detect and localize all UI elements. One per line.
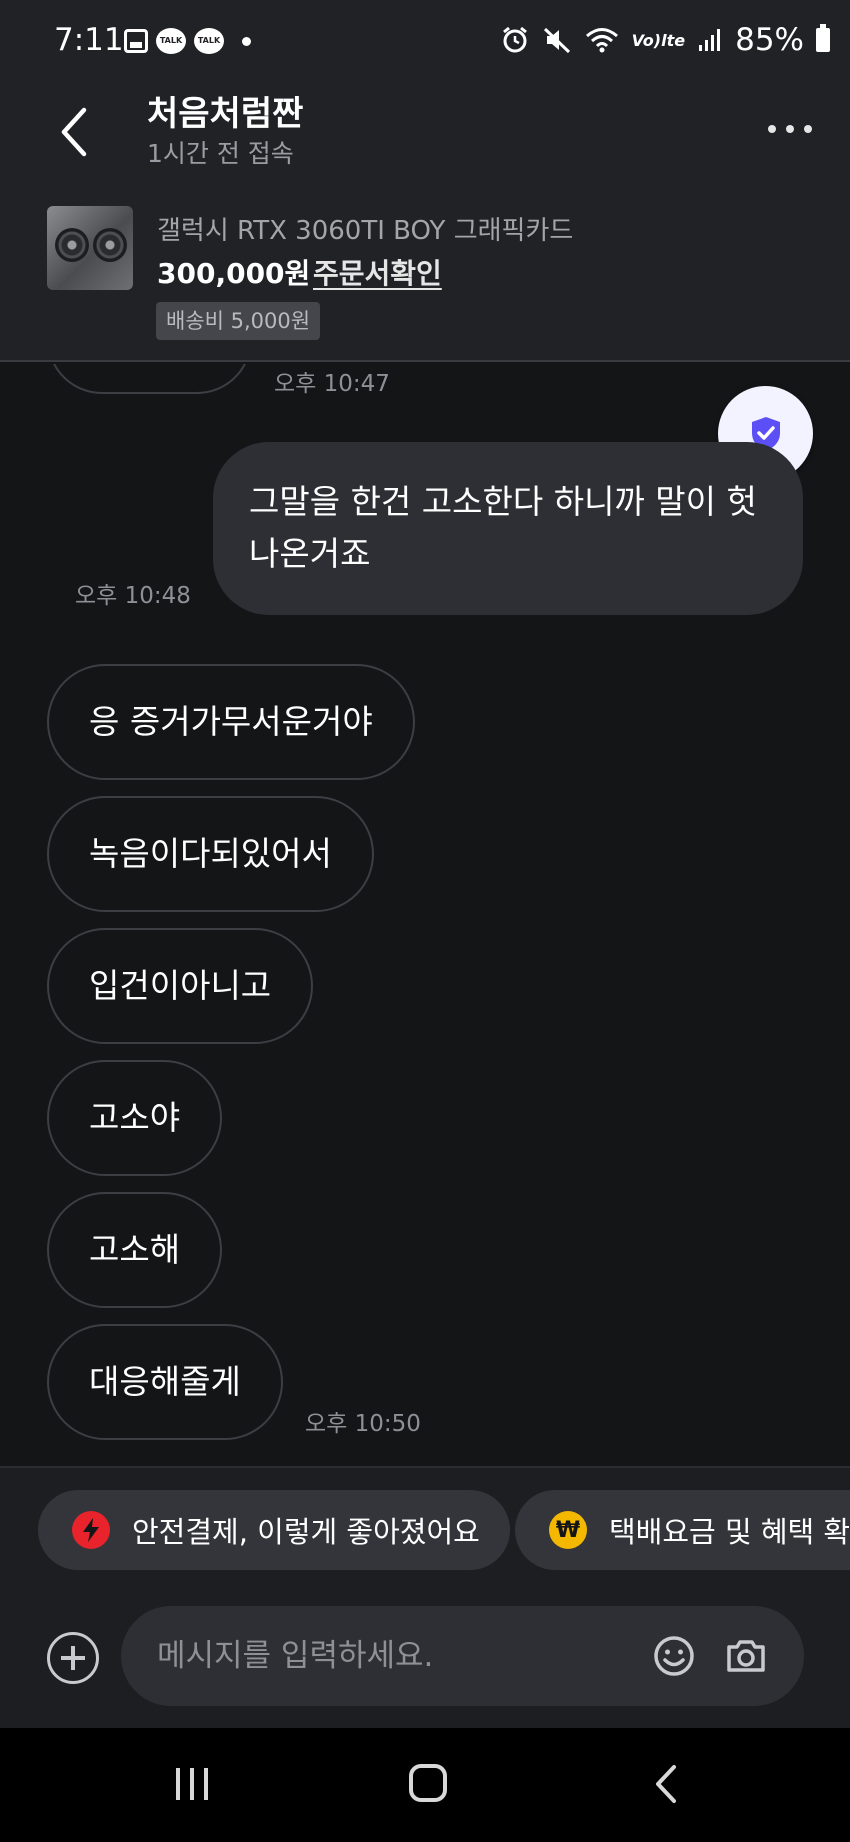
message-list[interactable]: 오후 10:47 그말을 한건 고소한다 하니까 말이 헛나온거죠 오후 10:… <box>0 364 850 1466</box>
more-options-icon[interactable] <box>760 114 820 144</box>
gpu-fan-graphic <box>93 228 127 262</box>
nav-back-icon[interactable] <box>652 1764 682 1804</box>
chip-label: 택배요금 및 혜택 확인 <box>609 1515 850 1549</box>
product-thumbnail[interactable] <box>47 206 133 290</box>
message-composer <box>0 1576 850 1728</box>
safe-payment-chip[interactable]: 안전결제, 이렇게 좋아졌어요 <box>38 1490 510 1570</box>
system-navigation-bar <box>0 1728 850 1842</box>
won-icon: ₩ <box>549 1511 587 1549</box>
incoming-message-bubble[interactable]: 녹음이다되있어서 <box>47 796 374 912</box>
order-confirm-link[interactable]: 주문서확인 <box>313 252 442 292</box>
status-time: 7:11 <box>54 22 124 58</box>
outgoing-message-bubble[interactable]: 그말을 한건 고소한다 하니까 말이 헛나온거죠 <box>213 442 803 615</box>
kakaotalk-notification-icon-2: TALK <box>194 28 224 54</box>
shipping-fee-badge: 배송비 5,000원 <box>156 302 321 340</box>
volte-icon: Vo)lte <box>631 30 686 50</box>
message-timestamp: 오후 10:47 <box>274 371 390 397</box>
back-arrow-icon[interactable] <box>52 96 102 166</box>
battery-percent: 85% <box>735 22 804 58</box>
chip-label: 안전결제, 이렇게 좋아졌어요 <box>132 1515 480 1549</box>
incoming-message-bubble[interactable]: 입건이아니고 <box>47 928 314 1044</box>
incoming-message-bubble[interactable]: 대응해줄게 <box>47 1324 283 1440</box>
last-seen-status: 1시간 전 접속 <box>147 139 294 168</box>
chat-header: 처음처럼짠 1시간 전 접속 <box>0 84 850 192</box>
more-dot <box>804 125 812 133</box>
notification-icons: TALK TALK <box>124 28 251 54</box>
gallery-notification-icon <box>124 29 148 53</box>
camera-icon[interactable] <box>724 1634 768 1678</box>
quick-chips-bar: 안전결제, 이렇게 좋아졌어요 ₩ 택배요금 및 혜택 확인 <box>0 1466 850 1576</box>
incoming-message-bubble[interactable]: 응 증거가무서운거야 <box>47 664 415 780</box>
incoming-message-bubble[interactable]: 고소야 <box>47 1060 223 1176</box>
wifi-icon <box>585 28 618 53</box>
more-dot <box>786 125 794 133</box>
product-name: 갤럭시 RTX 3060TI BOY 그래픽카드 <box>157 216 574 246</box>
incoming-message-bubble[interactable]: 고소해 <box>47 1192 223 1308</box>
product-price: 300,000원 <box>157 257 311 290</box>
incoming-bubble-partial <box>47 364 252 394</box>
message-input[interactable] <box>121 1606 804 1706</box>
battery-icon <box>816 24 830 52</box>
more-notifications-dot-icon <box>242 36 251 46</box>
emoji-icon[interactable] <box>652 1634 696 1678</box>
add-attachment-icon[interactable] <box>47 1632 99 1684</box>
gpu-fan-graphic <box>55 228 89 262</box>
message-timestamp: 오후 10:48 <box>75 583 191 609</box>
kakaotalk-notification-icon: TALK <box>156 28 186 54</box>
product-info-bar[interactable]: 갤럭시 RTX 3060TI BOY 그래픽카드 300,000원 주문서확인 … <box>0 192 850 362</box>
mute-icon <box>543 27 570 54</box>
lightning-icon <box>72 1511 110 1549</box>
delivery-fee-chip[interactable]: ₩ 택배요금 및 혜택 확인 <box>515 1490 850 1570</box>
recent-apps-icon[interactable] <box>174 1766 210 1802</box>
system-icons: Vo)lte 85% <box>500 22 830 58</box>
signal-icon <box>699 29 721 51</box>
more-dot <box>768 125 776 133</box>
message-timestamp: 오후 10:50 <box>305 1411 421 1437</box>
status-bar: 7:11 TALK TALK Vo)lte 85% <box>0 0 850 84</box>
chat-screen: 7:11 TALK TALK Vo)lte 85% 처음처럼짠 1시간 전 접속… <box>0 0 850 1842</box>
alarm-icon <box>502 26 527 53</box>
home-icon[interactable] <box>409 1764 447 1802</box>
chat-partner-name: 처음처럼짠 <box>147 94 304 134</box>
